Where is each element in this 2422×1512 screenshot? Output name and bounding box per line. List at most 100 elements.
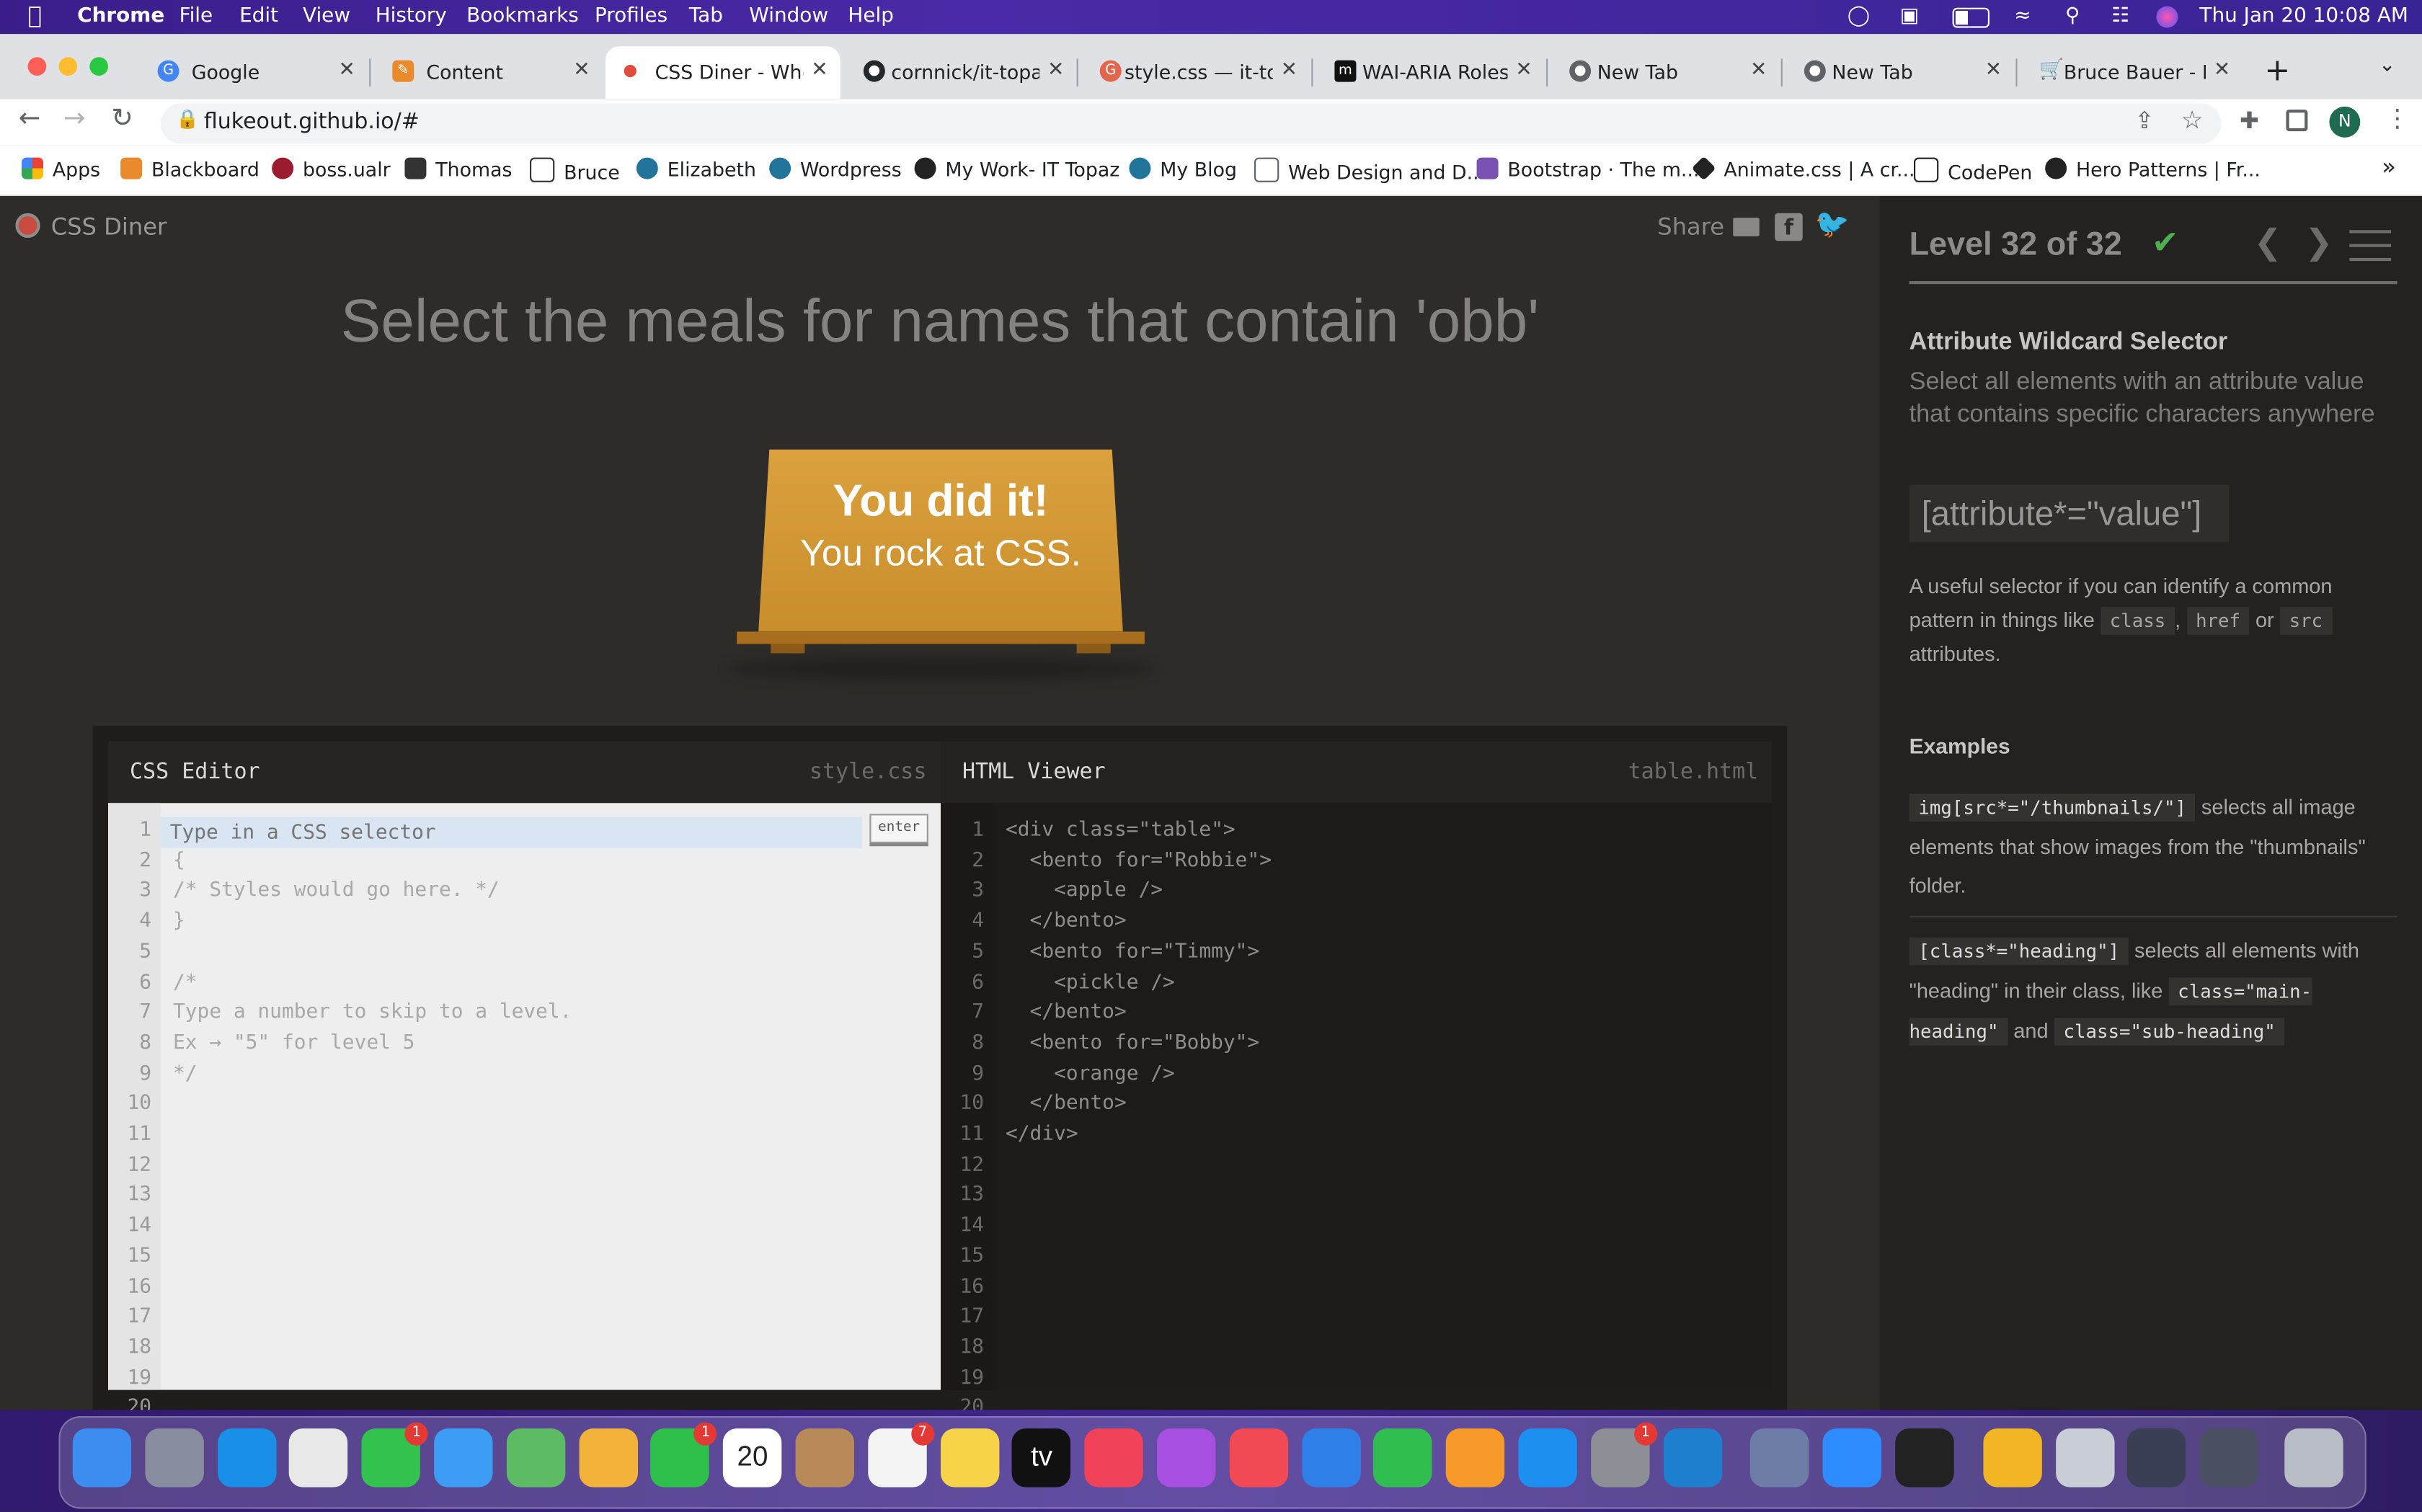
tv-icon[interactable]: tv <box>1012 1428 1071 1487</box>
more-bookmarks-icon[interactable]: » <box>2382 153 2396 181</box>
email-icon[interactable] <box>1733 218 1760 236</box>
share-icon[interactable]: ⇪ <box>2134 107 2154 135</box>
menu-profiles[interactable]: Profiles <box>595 4 667 27</box>
tab-search-chevron-icon[interactable]: ⌄ <box>2379 54 2395 77</box>
next-level-icon[interactable]: ❯ <box>2305 224 2333 263</box>
tab-github[interactable]: ● cornnick/it-topaz ✕ <box>842 46 1077 99</box>
piano-icon[interactable] <box>1895 1428 1954 1487</box>
menu-window[interactable]: Window <box>749 4 828 27</box>
bookmark-my-blog[interactable]: My Blog <box>1129 157 1237 181</box>
menu-chrome[interactable]: Chrome <box>77 4 164 27</box>
close-tab-icon[interactable]: ✕ <box>1750 58 1767 81</box>
close-tab-icon[interactable]: ✕ <box>338 58 355 81</box>
more-menu-icon[interactable]: ⋮ <box>2385 104 2410 133</box>
news-icon[interactable] <box>1229 1428 1288 1487</box>
bookmark-elizabeth[interactable]: Elizabeth <box>636 157 756 181</box>
css-selector-input[interactable] <box>169 817 850 848</box>
app-store-icon[interactable] <box>1518 1428 1577 1487</box>
podcasts-icon[interactable] <box>1157 1428 1216 1487</box>
bookmark-wordpress[interactable]: Wordpress <box>769 157 902 181</box>
mail-icon[interactable] <box>434 1428 493 1487</box>
close-tab-icon[interactable]: ✕ <box>573 58 590 81</box>
tab-google[interactable]: G Google ✕ <box>136 46 368 99</box>
close-tab-icon[interactable]: ✕ <box>1047 58 1064 81</box>
calendar-icon[interactable]: 20 <box>723 1428 782 1487</box>
twitter-icon[interactable]: 🐦 <box>1815 208 1850 241</box>
tab-wai-aria[interactable]: m WAI-ARIA Roles - ✕ <box>1313 46 1544 99</box>
menu-bookmarks[interactable]: Bookmarks <box>466 4 579 27</box>
photos-icon[interactable] <box>578 1428 638 1487</box>
messages-icon[interactable]: 1 <box>361 1422 428 1487</box>
bookmark-animate-css[interactable]: Animate.css | A cr... <box>1691 156 1915 181</box>
bookmark-my-work[interactable]: My Work- IT Topaz <box>914 157 1119 181</box>
clock[interactable]: Thu Jan 20 10:08 AM <box>2199 4 2408 27</box>
omnibox[interactable]: 🔒 flukeout.github.io/# ⇪ ☆ <box>160 103 2222 144</box>
wifi-icon[interactable]: ≈ <box>2014 4 2031 27</box>
zoom-icon[interactable] <box>1822 1428 1882 1487</box>
launchpad-icon[interactable] <box>144 1428 204 1487</box>
siri-icon[interactable] <box>2156 6 2178 28</box>
contacts-icon[interactable] <box>795 1428 854 1487</box>
menu-view[interactable]: View <box>303 4 350 27</box>
zoom-window-button[interactable] <box>89 57 108 76</box>
bookmark-bootstrap[interactable]: Bootstrap · The m... <box>1476 157 1700 181</box>
pages-icon[interactable] <box>1446 1428 1505 1487</box>
tab-new-tab-1[interactable]: ● New Tab ✕ <box>1548 46 1779 99</box>
tab-css-diner[interactable]: CSS Diner - Wher ✕ <box>606 46 840 99</box>
lock-icon[interactable]: 🔒 <box>176 108 199 130</box>
safari-icon[interactable] <box>217 1428 276 1487</box>
bookmark-hero-patterns[interactable]: Hero Patterns | Fr... <box>2045 157 2261 181</box>
bookmark-star-icon[interactable]: ☆ <box>2181 105 2204 135</box>
finder-icon[interactable] <box>72 1428 132 1487</box>
new-tab-icon[interactable]: + <box>2264 51 2290 88</box>
side-panel-icon[interactable] <box>2286 110 2308 132</box>
bookmark-bruce[interactable]: Bruce <box>530 157 620 184</box>
tab-style-css[interactable]: G style.css — it-top ✕ <box>1078 46 1310 99</box>
bookmark-web-design[interactable]: Web Design and D... <box>1254 157 1485 184</box>
system-preferences-icon[interactable]: 1 <box>1590 1422 1657 1487</box>
notes-icon[interactable] <box>940 1428 999 1487</box>
close-tab-icon[interactable]: ✕ <box>1515 58 1532 81</box>
extensions-icon[interactable]: ✚ <box>2240 107 2259 135</box>
maps-icon[interactable] <box>506 1428 565 1487</box>
keynote-icon[interactable] <box>1301 1428 1360 1487</box>
bookmark-codepen[interactable]: CodePen <box>1914 157 2032 184</box>
menu-edit[interactable]: Edit <box>239 4 278 27</box>
facetime-icon[interactable]: 1 <box>650 1422 718 1487</box>
close-tab-icon[interactable]: ✕ <box>2214 58 2230 81</box>
menu-help[interactable]: Help <box>848 4 894 27</box>
level-menu-icon[interactable] <box>2349 230 2392 262</box>
window-icon[interactable] <box>2127 1428 2186 1487</box>
close-tab-icon[interactable]: ✕ <box>1985 58 2002 81</box>
music-icon[interactable] <box>1084 1428 1144 1487</box>
minimize-window-button[interactable] <box>58 57 78 76</box>
tab-new-tab-2[interactable]: ● New Tab ✕ <box>1783 46 2014 99</box>
close-window-button[interactable] <box>27 57 47 76</box>
archive-icon[interactable] <box>1982 1428 2042 1487</box>
close-tab-icon[interactable]: ✕ <box>1281 58 1298 81</box>
tab-content[interactable]: ✎ Content ✕ <box>371 46 602 99</box>
url-text[interactable]: flukeout.github.io/# <box>204 110 420 134</box>
back-icon[interactable]: ← <box>19 104 41 135</box>
apple-icon[interactable]:  <box>28 1 42 30</box>
menu-history[interactable]: History <box>376 4 447 27</box>
menu-tab[interactable]: Tab <box>689 4 723 27</box>
window-icon-2[interactable] <box>2199 1428 2259 1487</box>
glasses-icon[interactable]: ◯ <box>1847 4 1870 27</box>
chrome-icon[interactable] <box>289 1428 348 1487</box>
numbers-icon[interactable] <box>1373 1428 1433 1487</box>
close-tab-icon[interactable]: ✕ <box>811 58 828 81</box>
previous-level-icon[interactable]: ❮ <box>2253 224 2282 263</box>
site-logo[interactable]: CSS Diner <box>51 213 167 241</box>
bookmark-apps[interactable]: Apps <box>22 157 100 181</box>
car-icon[interactable]: ▣ <box>1900 4 1919 27</box>
tab-bruce-bauer[interactable]: 🛒 Bruce Bauer - E- ✕ <box>2018 46 2243 99</box>
menu-file[interactable]: File <box>179 4 213 27</box>
preview-icon[interactable] <box>1750 1428 1810 1487</box>
facebook-icon[interactable]: f <box>1775 213 1803 241</box>
forward-icon[interactable]: → <box>63 104 86 135</box>
battery-icon[interactable] <box>1952 7 1990 28</box>
bookmark-boss-ualr[interactable]: boss.ualr <box>272 157 391 181</box>
printer-icon[interactable] <box>2055 1428 2114 1487</box>
control-center-icon[interactable]: ☷ <box>2111 4 2129 27</box>
